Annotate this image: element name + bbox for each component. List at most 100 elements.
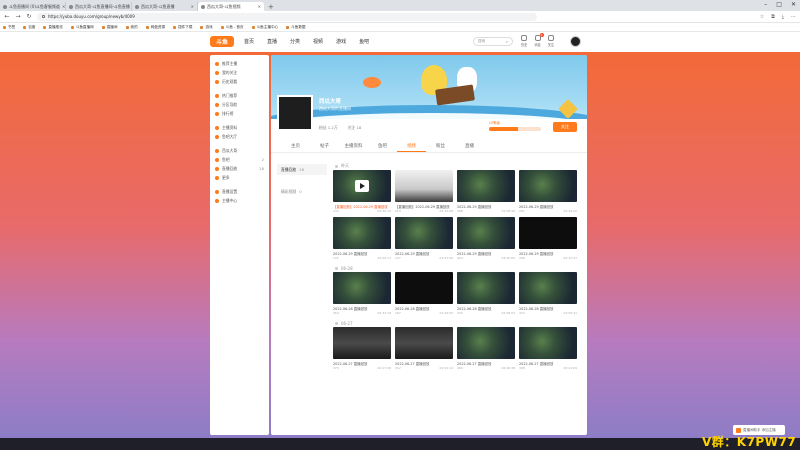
profile-tab[interactable]: 主播资料: [339, 141, 368, 152]
tab-close-icon[interactable]: ✕: [62, 4, 65, 9]
browser-tab[interactable]: 斗鱼直播间 (0)斗鱼客服频道 ✕: [0, 2, 66, 11]
user-avatar[interactable]: [570, 36, 581, 47]
header-icon-item[interactable]: 关注: [548, 35, 554, 47]
bookmark-item[interactable]: 百度: [23, 25, 35, 30]
video-thumbnail[interactable]: [395, 217, 453, 249]
menu-icon[interactable]: ⋯: [791, 14, 796, 20]
video-thumbnail[interactable]: [333, 170, 391, 202]
video-card[interactable]: 2022-06-29 直播回放 168 01:58:40: [457, 170, 515, 213]
video-thumbnail[interactable]: [519, 272, 577, 304]
profile-tab[interactable]: 视频: [397, 141, 426, 152]
video-card[interactable]: 2022-06-27 直播回放 398 03:11:09: [519, 327, 577, 370]
sidebar-item[interactable]: 直播回放 26: [210, 164, 269, 173]
video-filter-item[interactable]: 精彩视频 0: [277, 186, 327, 197]
bookmark-item[interactable]: 网盘资源: [145, 25, 165, 30]
bookmark-item[interactable]: 我的: [125, 25, 138, 30]
video-thumbnail[interactable]: [395, 170, 453, 202]
profile-tab[interactable]: 鱼吧: [368, 141, 397, 152]
sidebar-item[interactable]: 历史观看: [210, 77, 269, 86]
sidebar-item[interactable]: 鱼吧大厅: [210, 132, 269, 141]
reload-icon[interactable]: ↻: [26, 13, 32, 20]
sidebar-item[interactable]: 西瓜大哥: [210, 146, 269, 155]
sidebar-item[interactable]: 鱼吧 2: [210, 155, 269, 164]
video-thumbnail[interactable]: [395, 272, 453, 304]
profile-tab[interactable]: 帖子: [310, 141, 339, 152]
maximize-icon[interactable]: □: [776, 1, 782, 8]
tab-close-icon[interactable]: ✕: [191, 4, 194, 9]
header-icon-item[interactable]: 历史: [521, 35, 527, 47]
sidebar-item[interactable]: 推荐主播: [210, 59, 269, 68]
header-icon-item[interactable]: 2 消息: [534, 33, 544, 47]
sidebar-item[interactable]: 分区导航: [210, 100, 269, 109]
bookmark-item[interactable]: 直播推流: [43, 25, 63, 30]
site-nav-item[interactable]: 分类: [290, 38, 300, 45]
video-card[interactable]: 2022-06-27 直播回放 465 02:40:38: [457, 327, 515, 370]
video-card[interactable]: 2022-06-29 直播回放 127 01:47:30: [395, 217, 453, 260]
bookmark-item[interactable]: 游戏: [200, 25, 213, 30]
site-nav-item[interactable]: 视频: [313, 38, 323, 45]
video-card[interactable]: 2022-06-29 直播回放 448 02:12:47: [519, 217, 577, 260]
video-thumbnail[interactable]: [333, 272, 391, 304]
video-card[interactable]: 2022-06-28 直播回放 432 02:58:03: [457, 272, 515, 315]
profile-tab[interactable]: 主页: [281, 141, 310, 152]
video-card[interactable]: 2022-06-29 直播回放 424 03:20:05: [457, 217, 515, 260]
video-thumbnail[interactable]: [519, 170, 577, 202]
video-thumbnail[interactable]: [519, 327, 577, 359]
back-icon[interactable]: ←: [4, 13, 10, 20]
close-window-icon[interactable]: ✕: [791, 1, 796, 8]
browser-tab[interactable]: 西瓜大哥-斗鱼直播 ✕: [132, 2, 198, 11]
bookmark-item[interactable]: 直播间: [101, 25, 118, 30]
video-card[interactable]: 【直播回放】2022-06-29 直播回放 132 02:30:15: [333, 170, 391, 213]
sidebar-item[interactable]: 直播设置: [210, 187, 269, 196]
forward-icon[interactable]: →: [15, 13, 21, 20]
star-icon[interactable]: ☆: [760, 14, 764, 20]
browser-tab[interactable]: 西瓜大哥-斗鱼视频 ✕: [198, 2, 264, 11]
site-nav-item[interactable]: 直播: [267, 38, 277, 45]
sidebar-item[interactable]: 热门推荐: [210, 91, 269, 100]
browser-tab[interactable]: 西瓜大哥-斗鱼直播间-斗鱼直播✕: [66, 2, 132, 11]
site-nav-item[interactable]: 鱼吧: [359, 38, 369, 45]
bookmark-item[interactable]: 书签: [3, 25, 15, 30]
streamer-avatar[interactable]: [277, 95, 313, 131]
video-thumbnail[interactable]: [457, 327, 515, 359]
video-card[interactable]: 【直播回放】2022-06-29 直播回放 213 03:12:08: [395, 170, 453, 213]
search-icon[interactable]: ⌕: [506, 39, 508, 44]
video-thumbnail[interactable]: [457, 217, 515, 249]
video-thumbnail[interactable]: [457, 272, 515, 304]
video-thumbnail[interactable]: [519, 217, 577, 249]
bookmark-item[interactable]: 斗鱼 - 首页: [220, 25, 244, 30]
video-card[interactable]: 2022-06-28 直播回放 167 01:29:55: [395, 272, 453, 315]
sidebar-item[interactable]: 主播中心: [210, 196, 269, 205]
url-input[interactable]: https://yuba.douyu.com/group/newyb/4009: [37, 12, 537, 21]
profile-tab[interactable]: 粉丝: [426, 141, 455, 152]
video-thumbnail[interactable]: [457, 170, 515, 202]
video-card[interactable]: 2022-06-28 直播回放 454 02:33:19: [333, 272, 391, 315]
sidebar-item[interactable]: 主播资料: [210, 123, 269, 132]
video-thumbnail[interactable]: [395, 327, 453, 359]
video-card[interactable]: 2022-06-27 直播回放 312 01:52:14: [395, 327, 453, 370]
video-thumbnail[interactable]: [333, 327, 391, 359]
play-icon[interactable]: [355, 180, 369, 192]
video-card[interactable]: 2022-06-29 直播回放 201 02:44:22: [519, 170, 577, 213]
downloads-icon[interactable]: ⤓: [782, 14, 784, 20]
extensions-icon[interactable]: ⧉: [771, 14, 775, 20]
profile-tab[interactable]: 直播: [455, 141, 484, 152]
video-card[interactable]: 2022-06-27 直播回放 373 02:17:26: [333, 327, 391, 370]
video-card[interactable]: 2022-06-28 直播回放 472 03:05:41: [519, 272, 577, 315]
video-filter-item[interactable]: 直播回放 26: [277, 164, 327, 175]
bookmark-item[interactable]: 斗鱼数据: [286, 25, 306, 30]
new-tab-button[interactable]: +: [264, 2, 278, 11]
video-thumbnail[interactable]: [333, 217, 391, 249]
bookmark-item[interactable]: 插件下载: [173, 25, 192, 30]
follow-button[interactable]: 关注: [553, 122, 577, 132]
bookmark-item[interactable]: 斗鱼主播中心: [251, 25, 278, 30]
search-input[interactable]: 搜索 ⌕: [473, 37, 513, 46]
site-logo[interactable]: 斗鱼: [210, 36, 234, 47]
tab-close-icon[interactable]: ✕: [258, 4, 261, 9]
video-card[interactable]: 2022-06-29 直播回放 171 02:05:11: [333, 217, 391, 260]
site-nav-item[interactable]: 游戏: [336, 38, 346, 45]
sidebar-item[interactable]: 我的关注: [210, 68, 269, 77]
bookmark-item[interactable]: 斗鱼直播网: [70, 25, 94, 30]
sidebar-item[interactable]: 排行榜: [210, 109, 269, 118]
site-nav-item[interactable]: 首页: [244, 38, 254, 45]
